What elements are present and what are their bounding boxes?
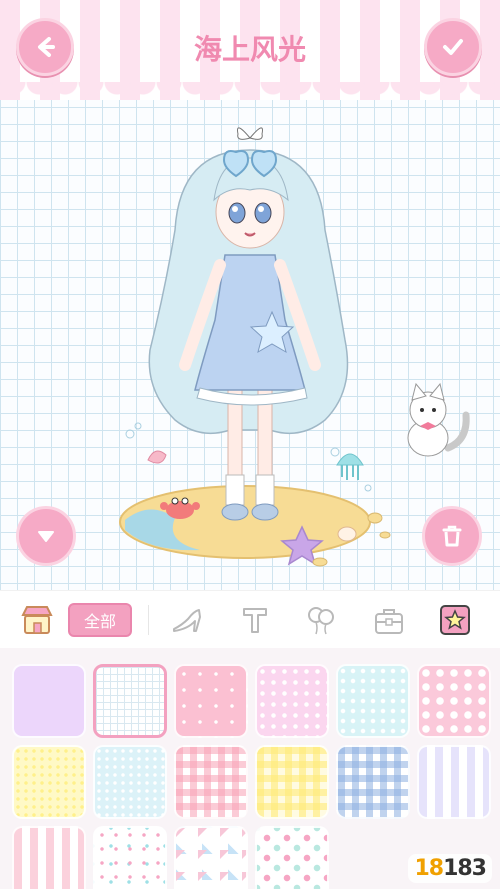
delete-button[interactable] [422, 506, 482, 566]
sock [225, 474, 245, 506]
pattern-swatch-yellow-gingham[interactable] [255, 745, 329, 819]
pebble [367, 512, 383, 524]
hair-bow [237, 127, 263, 140]
balloon-icon [308, 607, 334, 635]
pattern-swatch-mint-polka[interactable] [336, 664, 410, 738]
pebble [312, 557, 328, 567]
arrow-left-icon [38, 37, 55, 57]
shop-button[interactable] [18, 601, 56, 639]
eye [228, 202, 246, 224]
eye [254, 202, 272, 224]
category-toolbar: 全部 [0, 590, 500, 648]
page-title: 海上风光 [193, 33, 306, 66]
pattern-swatch-yellow-dots[interactable] [12, 745, 86, 819]
collapse-button[interactable] [16, 506, 76, 566]
dressup-stage [0, 90, 500, 590]
jellyfish [336, 453, 364, 480]
confirm-button[interactable] [424, 18, 482, 76]
white-cat [407, 382, 470, 457]
check-icon [443, 39, 463, 55]
star-icon [440, 605, 470, 635]
favorites-tab[interactable] [436, 601, 474, 639]
shell [337, 526, 357, 542]
trash-icon [442, 525, 462, 547]
pattern-swatch-lavender-stripes[interactable] [417, 745, 491, 819]
character-scene [119, 127, 470, 567]
pattern-swatch-triangles[interactable] [174, 826, 248, 889]
high-heel-icon [173, 609, 201, 632]
pattern-swatch-pink-polka[interactable] [255, 664, 329, 738]
pattern-grid [0, 648, 500, 889]
shoe [251, 503, 279, 521]
pattern-swatch-blue-gingham[interactable] [336, 745, 410, 819]
bag-icon [375, 609, 403, 634]
bag-tab[interactable] [370, 601, 408, 639]
pattern-swatch-pastel-dots[interactable] [255, 826, 329, 889]
shoes-tab[interactable] [168, 601, 206, 639]
pattern-swatch-pink-big-polka[interactable] [417, 664, 491, 738]
header-scallop [0, 82, 500, 108]
pattern-swatch-pink-stripes[interactable] [12, 826, 86, 889]
pattern-swatch-pink-stars[interactable] [174, 664, 248, 738]
pebble [379, 531, 391, 539]
divider [148, 605, 149, 635]
pattern-swatch-pink-gingham[interactable] [174, 745, 248, 819]
all-category-tab[interactable]: 全部 [68, 603, 132, 637]
shoe [221, 503, 249, 521]
text-tab[interactable] [236, 601, 274, 639]
pattern-swatch-lavender-solid[interactable] [12, 664, 86, 738]
pattern-swatch-confetti[interactable] [93, 826, 167, 889]
watermark: 18183 [408, 854, 492, 883]
triangle-down-icon [38, 531, 54, 542]
sock [255, 474, 275, 506]
pattern-swatch-white-grid[interactable] [93, 664, 167, 738]
back-button[interactable] [16, 18, 74, 76]
balloon-tab[interactable] [302, 601, 340, 639]
shop-icon [21, 606, 53, 634]
pattern-swatch-blue-dots[interactable] [93, 745, 167, 819]
text-t-icon [243, 608, 267, 633]
pink-shell [147, 450, 167, 464]
